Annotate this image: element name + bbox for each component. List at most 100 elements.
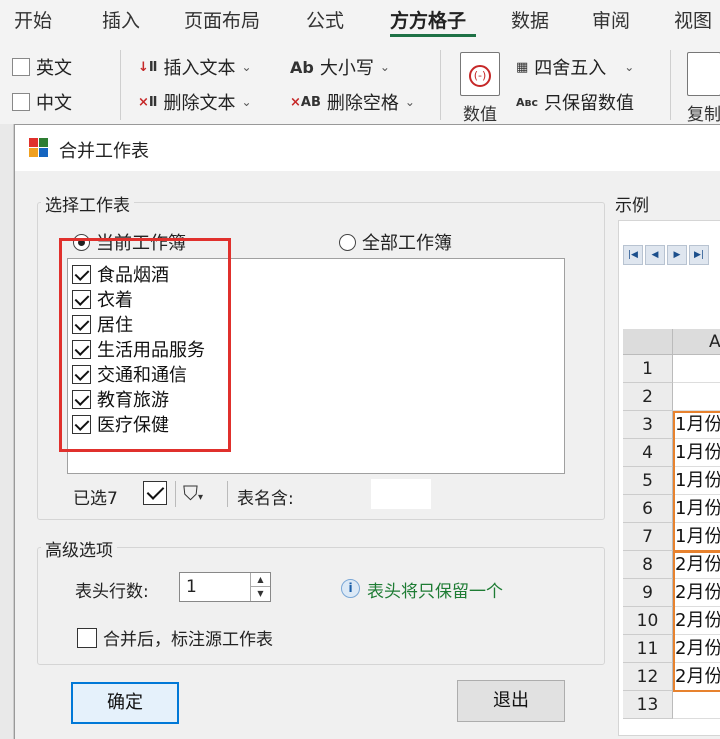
- copy-icon: [687, 52, 720, 96]
- numeric-label: 数值: [463, 105, 497, 125]
- chinese-label: 中文: [36, 93, 72, 114]
- info-icon: i: [341, 579, 360, 598]
- keep-numeric-icon: Aʙᴄ: [516, 95, 538, 109]
- mark-source-label: 合并后，标注源工作表: [103, 630, 273, 650]
- example-group-outline: [673, 551, 720, 692]
- ok-button[interactable]: 确定: [71, 682, 179, 724]
- stepper-buttons: ▲ ▼: [250, 573, 270, 601]
- row-number: 12: [623, 663, 673, 691]
- first-sheet-icon: |◀: [623, 245, 643, 265]
- mark-source-checkbox[interactable]: 合并后，标注源工作表: [77, 625, 273, 650]
- chevron-down-icon: ⌄: [241, 60, 252, 74]
- row-number: 8: [623, 551, 673, 579]
- chevron-down-icon: ⌄: [379, 60, 390, 74]
- example-label: 示例: [611, 191, 653, 216]
- select-all-checkbox[interactable]: [143, 481, 167, 505]
- row-number: 6: [623, 495, 673, 523]
- row-number: 13: [623, 691, 673, 719]
- select-all-corner: [623, 329, 673, 355]
- sheet-list-toolbar: 已选7 ⛉▾ 表名含:: [67, 475, 565, 513]
- worksheet-background: [0, 124, 14, 739]
- delete-space-icon: ×AB: [290, 94, 321, 110]
- app-icon: [29, 138, 49, 158]
- tab-data[interactable]: 数据: [511, 6, 549, 33]
- selected-count: 已选7: [73, 489, 118, 509]
- numeric-button[interactable]: (-) 数值: [456, 52, 504, 125]
- stepper-up-icon[interactable]: ▲: [251, 573, 270, 587]
- numeric-icon: (-): [460, 52, 500, 96]
- english-label: 英文: [36, 58, 72, 79]
- example-cell: [673, 691, 720, 719]
- name-contains-input[interactable]: [371, 479, 431, 509]
- round-icon: ▦: [516, 59, 529, 75]
- active-tab-indicator: [390, 34, 476, 37]
- insert-text-icon: ↓Ⅱ: [138, 59, 158, 75]
- toolbar-divider: [227, 481, 228, 507]
- example-preview: |◀ ◀ ▶ ▶| A 1 2 3 4 5 6 7 8 9 10 11 12 1…: [618, 220, 720, 736]
- sheet-nav-buttons: |◀ ◀ ▶ ▶|: [623, 245, 715, 265]
- tab-fangfanggezi[interactable]: 方方格子: [390, 6, 466, 33]
- keep-numeric-label: 只保留数值: [544, 93, 634, 114]
- row-number: 7: [623, 523, 673, 551]
- stepper-down-icon[interactable]: ▼: [251, 587, 270, 601]
- row-number: 3: [623, 411, 673, 439]
- case-label: 大小写: [319, 58, 374, 79]
- tab-home[interactable]: 开始: [14, 6, 52, 33]
- round-button[interactable]: ▦ 四舍五入 ⌄: [516, 54, 634, 80]
- copy-button[interactable]: 复制: [684, 52, 720, 125]
- checkbox-box: [12, 93, 30, 111]
- delete-space-button[interactable]: ×AB 删除空格 ⌄: [290, 89, 415, 115]
- case-button[interactable]: Ab 大小写 ⌄: [290, 54, 390, 80]
- row-number: 10: [623, 607, 673, 635]
- insert-text-button[interactable]: ↓Ⅱ 插入文本 ⌄: [138, 54, 252, 80]
- merge-sheets-dialog: 合并工作表 选择工作表 当前工作簿 全部工作簿 食品烟酒 衣着 居住 生活用品服…: [14, 124, 720, 739]
- ribbon-commands: 英文 中文 ↓Ⅱ 插入文本 ⌄ ×Ⅱ 删除文本 ⌄ Ab 大小写 ⌄ ×AB 删…: [0, 40, 720, 125]
- dialog-title: 合并工作表: [59, 141, 149, 162]
- tab-formulas[interactable]: 公式: [306, 6, 344, 33]
- header-rows-stepper[interactable]: 1 ▲ ▼: [179, 572, 271, 602]
- chinese-checkbox[interactable]: 中文: [12, 89, 72, 115]
- chevron-down-icon: ⌄: [241, 95, 252, 109]
- last-sheet-icon: ▶|: [689, 245, 709, 265]
- english-checkbox[interactable]: 英文: [12, 54, 72, 80]
- advanced-options-label: 高级选项: [41, 536, 117, 561]
- row-number: 4: [623, 439, 673, 467]
- example-cell: [673, 383, 720, 411]
- round-label: 四舍五入: [534, 58, 607, 79]
- name-contains-label: 表名含:: [237, 489, 294, 509]
- example-cell: [673, 355, 720, 383]
- ribbon-divider: [120, 50, 121, 120]
- tab-insert[interactable]: 插入: [102, 6, 140, 33]
- exit-button[interactable]: 退出: [457, 680, 565, 722]
- row-number: 1: [623, 355, 673, 383]
- chevron-down-icon: ⌄: [624, 60, 635, 74]
- ribbon-divider: [440, 50, 441, 120]
- select-sheets-group-label: 选择工作表: [41, 191, 134, 216]
- delete-space-label: 删除空格: [326, 93, 399, 114]
- ribbon-tabs: 开始 插入 页面布局 公式 方方格子 数据 审阅 视图: [0, 0, 720, 40]
- case-icon: Ab: [290, 57, 314, 77]
- column-header-a: A: [709, 332, 720, 352]
- delete-text-button[interactable]: ×Ⅱ 删除文本 ⌄: [138, 89, 252, 115]
- delete-text-label: 删除文本: [163, 93, 236, 114]
- keep-numeric-button[interactable]: Aʙᴄ 只保留数值: [516, 89, 634, 115]
- radio-indicator: [339, 233, 356, 251]
- prev-sheet-icon: ◀: [645, 245, 665, 265]
- row-number: 11: [623, 635, 673, 663]
- header-rows-value[interactable]: 1: [186, 577, 197, 597]
- example-group-outline: [673, 411, 720, 552]
- checkbox-box: [77, 627, 97, 648]
- checkbox-box: [12, 58, 30, 76]
- tab-view[interactable]: 视图: [674, 6, 712, 33]
- header-info-text: 表头将只保留一个: [367, 582, 503, 602]
- tab-review[interactable]: 审阅: [592, 6, 630, 33]
- radio-all-workbooks[interactable]: 全部工作簿: [339, 229, 452, 255]
- highlight-annotation-box: [59, 238, 231, 452]
- filter-icon[interactable]: ⛉▾: [183, 481, 203, 505]
- next-sheet-icon: ▶: [667, 245, 687, 265]
- header-rows-label: 表头行数:: [75, 582, 149, 602]
- dialog-titlebar[interactable]: 合并工作表: [15, 125, 720, 171]
- tab-page-layout[interactable]: 页面布局: [184, 6, 260, 33]
- row-number: 5: [623, 467, 673, 495]
- row-number: 9: [623, 579, 673, 607]
